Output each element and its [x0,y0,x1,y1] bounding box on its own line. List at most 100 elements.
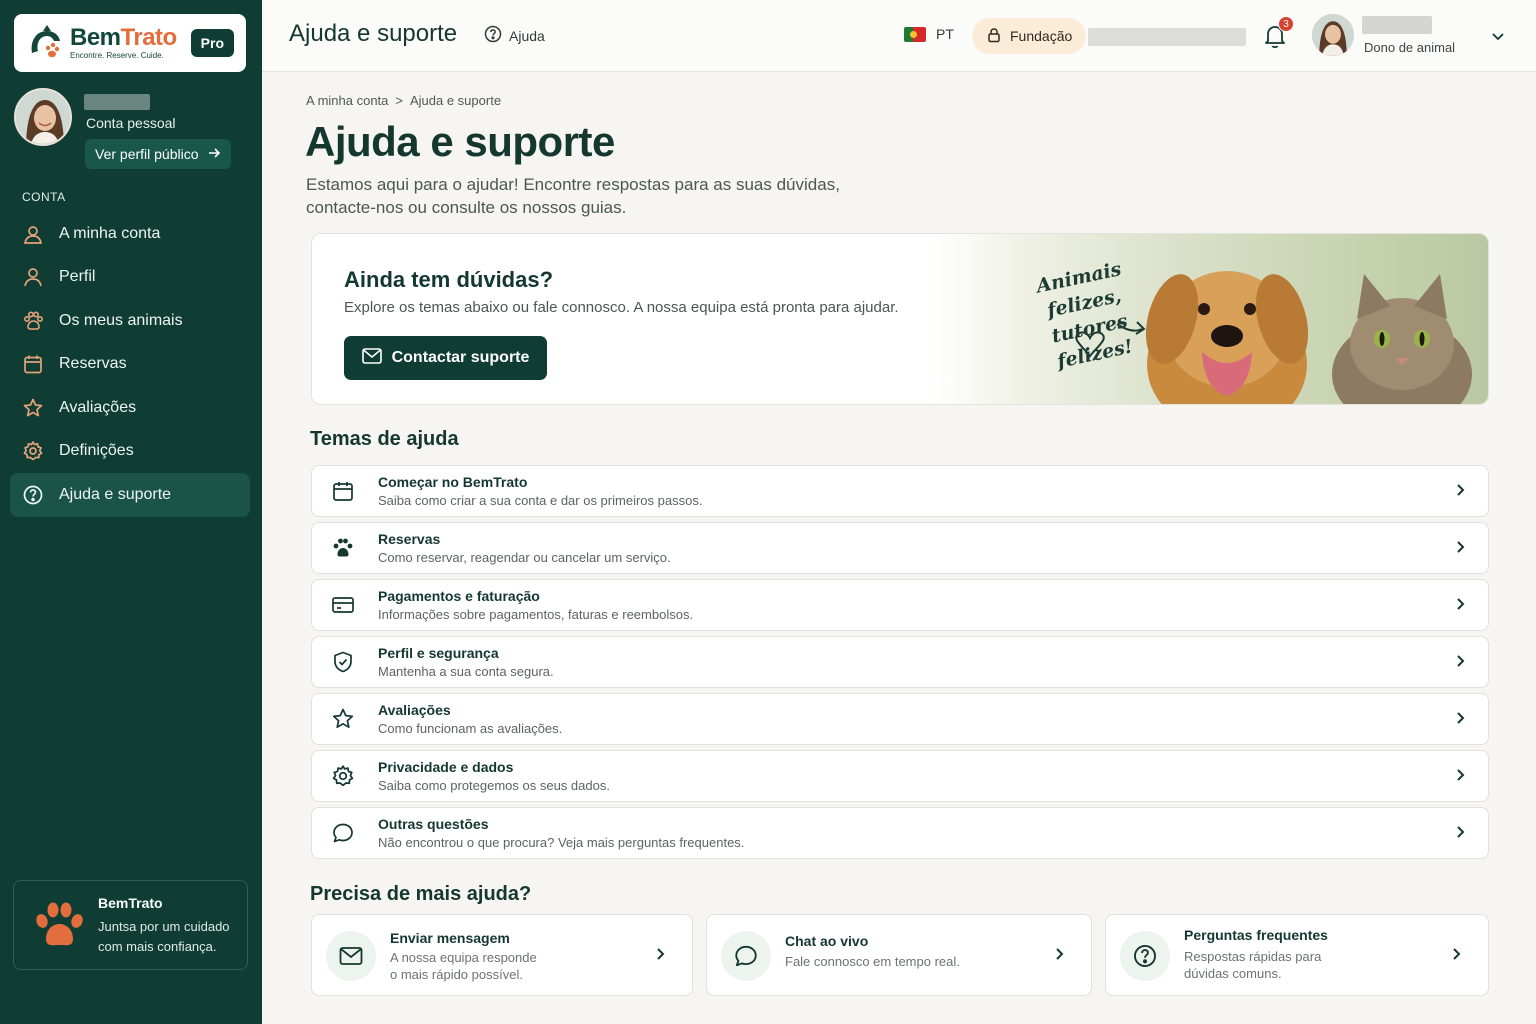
sidebar-item-my-account[interactable]: A minha conta [10,212,250,256]
card-faq[interactable]: Perguntas frequentes Respostas rápidas p… [1105,914,1489,996]
topic-reviews[interactable]: Avaliações Como funcionam as avaliações. [311,693,1489,745]
sidebar-item-my-animals[interactable]: Os meus animais [10,299,250,343]
notification-count-badge: 3 [1278,16,1294,32]
chevron-right-icon [1051,945,1067,968]
promo-text: Juntsa por um cuidado com mais confiança… [98,919,230,954]
user-icon [22,266,44,288]
chevron-right-icon [1452,824,1468,845]
card-send-message[interactable]: Enviar mensagem A nossa equipa responde … [311,914,693,996]
topic-payments[interactable]: Pagamentos e faturação Informações sobre … [311,579,1489,631]
mail-icon [326,931,376,981]
topic-profile-security[interactable]: Perfil e segurança Mantenha a sua conta s… [311,636,1489,688]
chat-bubble-icon [330,820,356,846]
mail-icon [361,347,382,369]
calendar-icon [22,353,44,375]
portugal-flag-icon [904,26,926,42]
credit-card-icon [330,592,356,618]
hero-banner: Animais felizes, tutores felizes! Ainda … [311,233,1489,405]
star-icon [22,397,44,419]
topic-description: Como funcionam as avaliações. [378,721,563,736]
user-name-redacted [1362,16,1432,34]
contact-options: Enviar mensagem A nossa equipa responde … [311,914,1489,996]
language-label: PT [936,26,954,42]
gear-icon [330,763,356,789]
foundation-button[interactable]: Fundação [972,18,1087,54]
paw-icon [330,535,356,561]
star-icon [330,706,356,732]
breadcrumb-item-current: Ajuda e suporte [409,93,502,108]
avatar[interactable] [14,88,72,146]
chevron-right-icon [652,945,668,968]
sidebar-item-label: Reservas [59,355,127,373]
topic-title: Outras questões [378,816,489,832]
promo-title: BemTrato [98,895,163,911]
card-live-chat[interactable]: Chat ao vivo Fale connosco em tempo real… [706,914,1092,996]
topic-title: Reservas [378,531,441,547]
card-description-line2: o mais rápido possível. [390,967,523,982]
topic-title: Avaliações [378,702,451,718]
card-title: Enviar mensagem [390,930,510,946]
topic-description: Informações sobre pagamentos, faturas e … [378,607,694,622]
card-description-line1: A nossa equipa responde [390,950,537,965]
sidebar-item-profile[interactable]: Perfil [10,256,250,300]
sidebar-item-label: Definições [59,442,134,460]
topic-title: Começar no BemTrato [378,474,528,490]
help-topics-list: Começar no BemTrato Saiba como criar a su… [311,465,1489,864]
sidebar-promo-card: BemTrato Juntsa por um cuidado com mais … [13,880,248,970]
sidebar-item-settings[interactable]: Definições [10,430,250,474]
brand-logo-card[interactable]: BemTrato Encontre. Reserve. Cuide. Pro [14,14,246,72]
sidebar-item-label: Os meus animais [59,311,183,329]
topic-description: Não encontrou o que procura? Veja mais p… [378,835,745,850]
sidebar-item-reservations[interactable]: Reservas [10,343,250,387]
chat-bubble-icon [721,931,771,981]
brand-tagline: Encontre. Reserve. Cuide. [70,51,164,60]
chevron-right-icon [1452,653,1468,674]
calendar-icon [330,478,356,504]
help-circle-icon [484,25,502,46]
paw-icon [22,310,44,332]
breadcrumb-item-my-account[interactable]: A minha conta [306,93,388,108]
lock-icon [986,27,1002,46]
user-name-redacted [84,94,150,110]
card-description-line1: Respostas rápidas para [1184,949,1322,964]
user-circle-icon [22,223,44,245]
language-selector[interactable]: PT [904,26,954,42]
sidebar-item-label: Avaliações [59,398,137,416]
chevron-right-icon [1448,945,1464,968]
topic-description: Mantenha a sua conta segura. [378,664,554,679]
topic-getting-started[interactable]: Começar no BemTrato Saiba como criar a su… [311,465,1489,517]
brand-name-part1: Bem [70,24,121,51]
topic-description: Saiba como criar a sua conta e dar os pr… [378,493,703,508]
card-title: Chat ao vivo [785,933,869,949]
contact-support-label: Contactar suporte [391,349,530,366]
view-public-profile-button[interactable]: Ver perfil público [85,139,231,169]
chevron-right-icon [1452,596,1468,617]
card-description-line1: Fale connosco em tempo real. [785,954,960,969]
topic-privacy[interactable]: Privacidade e dados Saiba como protegemos… [311,750,1489,802]
chevron-right-icon [1452,539,1468,560]
sidebar-section-label: CONTA [22,190,66,204]
chevron-down-icon[interactable] [1490,28,1506,49]
chevron-right-icon [1452,482,1468,503]
help-link[interactable]: Ajuda [484,25,545,46]
topic-title: Privacidade e dados [378,759,514,775]
sidebar-item-help-support[interactable]: Ajuda e suporte [10,473,250,517]
help-link-label: Ajuda [509,27,545,44]
topic-reservations[interactable]: Reservas Como reservar, reagendar ou canc… [311,522,1489,574]
foundation-label: Fundação [1010,28,1073,44]
contact-support-button[interactable]: Contactar suporte [344,336,547,380]
card-title: Perguntas frequentes [1184,927,1328,943]
hero-title: Ainda tem dúvidas? [344,267,554,292]
chevron-right-icon [1452,767,1468,788]
help-circle-icon [22,484,44,506]
sidebar-item-reviews[interactable]: Avaliações [10,386,250,430]
topic-other-questions[interactable]: Outras questões Não encontrou o que procu… [311,807,1489,859]
sidebar-nav: A minha conta Perfil Os meus animais Res… [10,212,250,517]
topbar: Ajuda e suporte Ajuda PT Fundação 3 Dono… [262,0,1536,72]
hero-text: Explore os temas abaixo ou fale connosco… [344,299,899,316]
arrow-right-icon [207,146,221,163]
pro-badge: Pro [190,29,234,57]
redacted-field [1088,28,1246,46]
avatar[interactable] [1312,14,1354,56]
shield-icon [330,649,356,675]
